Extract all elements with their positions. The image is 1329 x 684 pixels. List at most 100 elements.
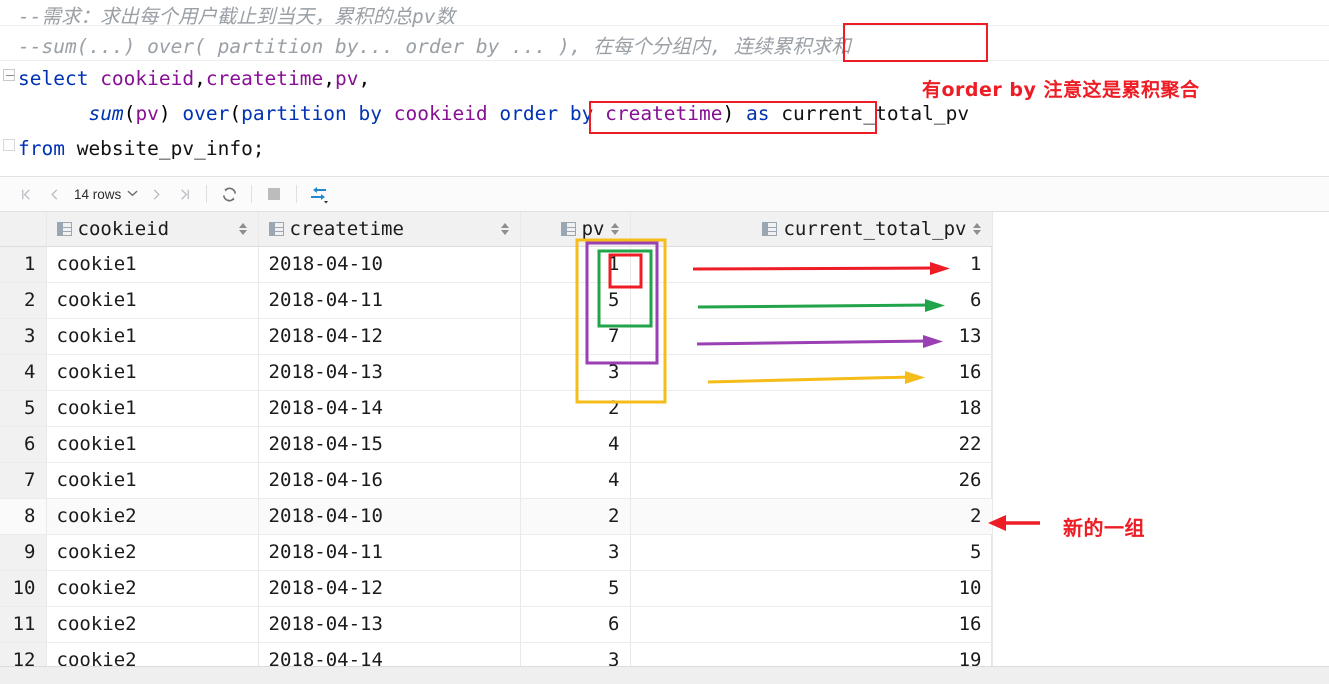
table-row[interactable]: 10 cookie2 2018-04-12 5 10 (0, 570, 993, 607)
sort-icon[interactable] (610, 222, 620, 236)
last-page-icon[interactable] (170, 180, 198, 208)
cell-current-total-pv[interactable]: 2 (630, 498, 993, 535)
cell-cookieid[interactable]: cookie2 (46, 534, 259, 571)
table-row[interactable]: 9 cookie2 2018-04-11 3 5 (0, 534, 993, 571)
cell-createtime[interactable]: 2018-04-14 (258, 390, 521, 427)
cell-cookieid[interactable]: cookie1 (46, 318, 259, 355)
cell-pv[interactable]: 2 (520, 498, 631, 535)
table-row[interactable]: 7 cookie1 2018-04-16 4 26 (0, 462, 993, 499)
table-row[interactable]: 6 cookie1 2018-04-15 4 22 (0, 426, 993, 463)
cell-pv[interactable]: 5 (520, 570, 631, 607)
cell-createtime[interactable]: 2018-04-16 (258, 462, 521, 499)
cell-current-total-pv[interactable]: 22 (630, 426, 993, 463)
cell-pv[interactable]: 7 (520, 318, 631, 355)
header-label: cookieid (77, 217, 170, 240)
code-text-1: --sum(...) over( partition by... order b… (18, 30, 851, 59)
header-cookieid[interactable]: cookieid (46, 212, 259, 247)
table-row[interactable]: 3 cookie1 2018-04-12 7 13 (0, 318, 993, 355)
header-label: current_total_pv (783, 217, 967, 240)
row-count-label[interactable]: 14 rows (68, 187, 127, 202)
cell-createtime[interactable]: 2018-04-10 (258, 246, 521, 283)
cell-cookieid[interactable]: cookie1 (46, 282, 259, 319)
cell-pv[interactable]: 2 (520, 390, 631, 427)
cell-pv[interactable]: 1 (520, 246, 631, 283)
gutter-2[interactable] (0, 61, 18, 95)
cell-current-total-pv[interactable]: 6 (630, 282, 993, 319)
cell-rownum: 11 (0, 606, 47, 643)
table-row[interactable]: 8 cookie2 2018-04-10 2 2 (0, 498, 993, 535)
cell-cookieid[interactable]: cookie1 (46, 426, 259, 463)
table-row[interactable]: 5 cookie1 2018-04-14 2 18 (0, 390, 993, 427)
code-token: select (18, 66, 101, 90)
sort-icon[interactable] (238, 222, 248, 236)
code-fold-icon[interactable] (3, 69, 15, 81)
cell-current-total-pv[interactable]: 16 (630, 354, 993, 391)
cell-current-total-pv[interactable]: 16 (630, 606, 993, 643)
stop-icon[interactable] (260, 180, 288, 208)
cell-cookieid[interactable]: cookie1 (46, 390, 259, 427)
header-label: createtime (289, 217, 404, 240)
result-grid[interactable]: cookieid createtime pv current_total_pv … (0, 212, 993, 679)
table-row[interactable]: 2 cookie1 2018-04-11 5 6 (0, 282, 993, 319)
gutter-4[interactable] (0, 131, 18, 165)
column-type-icon (560, 221, 576, 236)
cell-cookieid[interactable]: cookie1 (46, 246, 259, 283)
first-page-icon[interactable] (12, 180, 40, 208)
annotation-order-by-note: 有order by 注意这是累积聚合 (922, 79, 1200, 101)
code-line-from[interactable]: from website_pv_info; (0, 131, 1329, 165)
header-pv[interactable]: pv (520, 212, 631, 247)
header-current-total-pv[interactable]: current_total_pv (630, 212, 993, 247)
gutter-3 (0, 96, 18, 130)
cell-pv[interactable]: 3 (520, 534, 631, 571)
code-token: partition by (241, 101, 394, 125)
cell-cookieid[interactable]: cookie1 (46, 354, 259, 391)
cell-current-total-pv[interactable]: 5 (630, 534, 993, 571)
transpose-icon[interactable] (305, 180, 333, 208)
cell-rownum: 1 (0, 246, 47, 283)
cell-createtime[interactable]: 2018-04-12 (258, 570, 521, 607)
column-type-icon (762, 221, 778, 236)
cell-pv[interactable]: 5 (520, 282, 631, 319)
cell-createtime[interactable]: 2018-04-15 (258, 426, 521, 463)
cell-rownum: 8 (0, 498, 47, 535)
cell-pv[interactable]: 4 (520, 426, 631, 463)
result-toolbar[interactable]: 14 rows (0, 176, 1329, 212)
cell-createtime[interactable]: 2018-04-10 (258, 498, 521, 535)
previous-page-icon[interactable] (40, 180, 68, 208)
header-createtime[interactable]: createtime (258, 212, 521, 247)
cell-createtime[interactable]: 2018-04-11 (258, 534, 521, 571)
table-row[interactable]: 11 cookie2 2018-04-13 6 16 (0, 606, 993, 643)
cell-rownum: 9 (0, 534, 47, 571)
cell-cookieid[interactable]: cookie2 (46, 606, 259, 643)
cell-createtime[interactable]: 2018-04-13 (258, 354, 521, 391)
next-page-icon[interactable] (142, 180, 170, 208)
refresh-icon[interactable] (215, 180, 243, 208)
cell-cookieid[interactable]: cookie2 (46, 570, 259, 607)
chevron-down-icon[interactable] (127, 188, 142, 200)
sort-icon[interactable] (972, 222, 982, 236)
toolbar-divider-1 (206, 185, 208, 203)
cell-pv[interactable]: 3 (520, 354, 631, 391)
table-row[interactable]: 4 cookie1 2018-04-13 3 16 (0, 354, 993, 391)
code-token: website_pv_info; (76, 136, 265, 160)
cell-createtime[interactable]: 2018-04-13 (258, 606, 521, 643)
table-row[interactable]: 1 cookie1 2018-04-10 1 1 (0, 246, 993, 283)
cell-current-total-pv[interactable]: 10 (630, 570, 993, 607)
code-token: , (323, 66, 336, 90)
cell-current-total-pv[interactable]: 26 (630, 462, 993, 499)
cell-createtime[interactable]: 2018-04-12 (258, 318, 521, 355)
code-line-comment-syntax[interactable]: --sum(...) over( partition by... order b… (0, 27, 1329, 61)
sort-icon[interactable] (500, 222, 510, 236)
code-token: over (182, 101, 230, 125)
cell-current-total-pv[interactable]: 18 (630, 390, 993, 427)
code-fold-icon[interactable] (3, 139, 15, 151)
cell-current-total-pv[interactable]: 1 (630, 246, 993, 283)
cell-createtime[interactable]: 2018-04-11 (258, 282, 521, 319)
cell-cookieid[interactable]: cookie2 (46, 498, 259, 535)
cell-cookieid[interactable]: cookie1 (46, 462, 259, 499)
cell-pv[interactable]: 6 (520, 606, 631, 643)
cell-rownum: 5 (0, 390, 47, 427)
cell-current-total-pv[interactable]: 13 (630, 318, 993, 355)
cell-pv[interactable]: 4 (520, 462, 631, 499)
